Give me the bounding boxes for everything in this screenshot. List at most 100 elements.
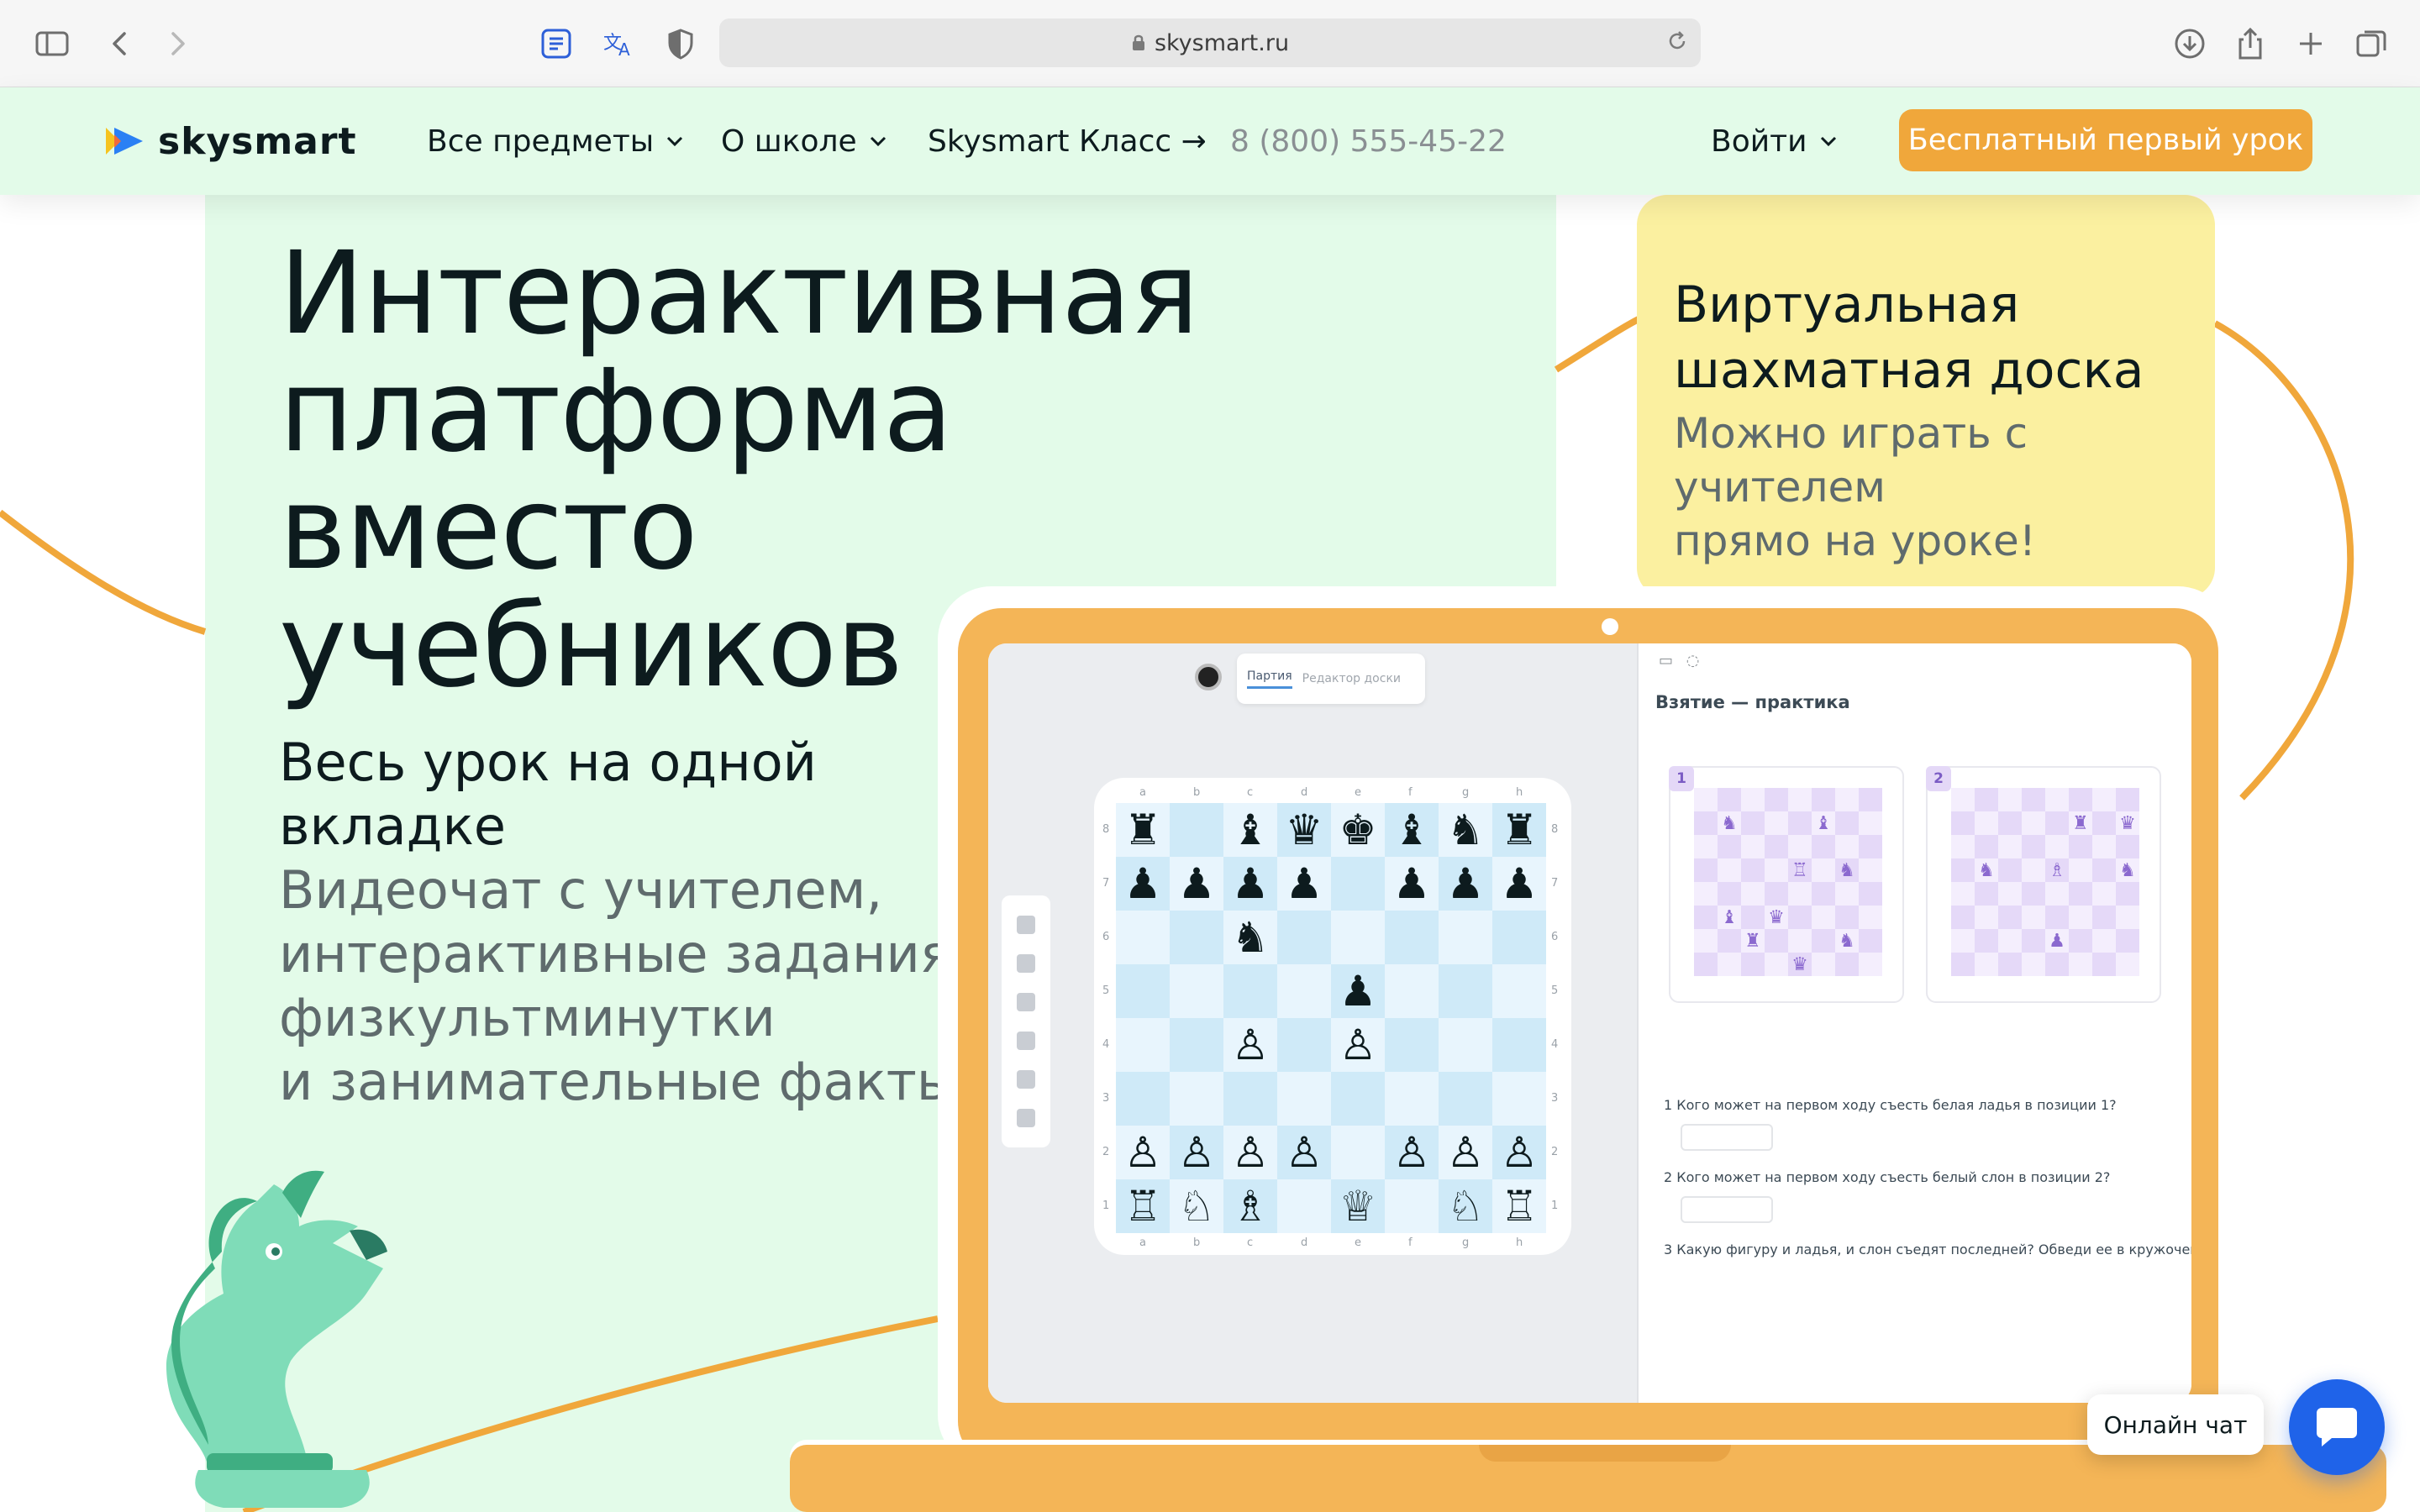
board-square[interactable] [1331,911,1385,964]
board-square[interactable] [1385,1018,1439,1072]
board-square[interactable] [1223,964,1277,1018]
answer-select-1[interactable] [1681,1124,1773,1151]
board-square[interactable]: ♙ [1331,1018,1385,1072]
file-label: h [1516,786,1523,799]
brand-wordmark: skysmart [158,119,357,163]
board-square[interactable]: ♙ [1223,1126,1277,1179]
board-square[interactable]: ♙ [1223,1018,1277,1072]
answer-select-2[interactable] [1681,1196,1773,1223]
board-square[interactable]: ♟ [1116,857,1170,911]
mini-board-square [1975,953,1998,976]
mini-board-square [2045,835,2069,858]
file-label: g [1462,786,1470,799]
free-lesson-button[interactable]: Бесплатный первый урок [1899,109,2312,171]
board-square[interactable]: ♘ [1439,1179,1492,1233]
card-title-line-2: шахматная доска [1674,341,2144,400]
board-square[interactable]: ♗ [1223,1179,1277,1233]
board-square[interactable] [1277,911,1331,964]
board-square[interactable]: ♙ [1492,1126,1546,1179]
mini-board-square [2022,906,2045,929]
board-square[interactable]: ♟ [1385,857,1439,911]
board-square[interactable] [1439,911,1492,964]
board-square[interactable] [1170,1072,1223,1126]
board-square[interactable]: ♟ [1331,964,1385,1018]
board-square[interactable]: ♜ [1116,803,1170,857]
board-square[interactable]: ♙ [1385,1126,1439,1179]
board-square[interactable] [1439,964,1492,1018]
rank-label: 6 [1551,931,1559,943]
file-label: d [1301,786,1308,799]
board-square[interactable]: ♖ [1492,1179,1546,1233]
board-square[interactable] [1385,911,1439,964]
file-label: e [1355,1236,1361,1249]
board-square[interactable]: ♚ [1331,803,1385,857]
board-square[interactable] [1277,1072,1331,1126]
mini-board-square [1694,858,1718,882]
board-square[interactable]: ♛ [1277,803,1331,857]
board-square[interactable] [1385,1072,1439,1126]
board-square[interactable] [1492,1018,1546,1072]
file-label: b [1193,786,1201,799]
board-square[interactable]: ♟ [1277,857,1331,911]
board-square[interactable]: ♘ [1170,1179,1223,1233]
tool-icon [1017,954,1035,973]
board-square[interactable]: ♕ [1331,1179,1385,1233]
board-square[interactable] [1116,1018,1170,1072]
board-square[interactable]: ♟ [1170,857,1223,911]
board-square[interactable] [1277,1018,1331,1072]
board-square[interactable]: ♟ [1223,857,1277,911]
board-square[interactable] [1223,1072,1277,1126]
file-label: f [1408,1236,1413,1249]
board-square[interactable] [1439,1072,1492,1126]
board-square[interactable] [1170,803,1223,857]
nav-phone[interactable]: 8 (800) 555-45-22 [1230,121,1507,161]
board-square[interactable] [1116,911,1170,964]
nav-all-subjects[interactable]: Все предметы [427,121,684,161]
board-square[interactable] [1170,964,1223,1018]
board-square[interactable] [1116,1072,1170,1126]
board-square[interactable]: ♖ [1116,1179,1170,1233]
board-square[interactable] [1385,964,1439,1018]
mini-board-square [1765,835,1788,858]
board-square[interactable]: ♙ [1116,1126,1170,1179]
mini-board-square: ♝ [1718,906,1741,929]
file-label: e [1355,786,1361,799]
online-chat-label[interactable]: Онлайн чат [2087,1394,2264,1455]
board-square[interactable] [1331,1126,1385,1179]
board-square[interactable] [1170,1018,1223,1072]
chat-button[interactable] [2289,1379,2385,1475]
brand-logo[interactable]: skysmart [103,119,357,163]
chessboard: ♜ ♝ ♛ ♚ ♝ ♞ ♜ ♟ ♟ ♟ ♟ ♟ ♟ ♟ ♞ ♟ ♙ ♙ ♙ ♙ ♙ ♙ ♙ ♙ ♙ ♖ ♘ ♗ ♕ ♘ ♖ [1116,803,1546,1233]
mini-board-square: ♛ [2116,811,2139,835]
board-square[interactable]: ♙ [1277,1126,1331,1179]
mini-board-square [2092,835,2116,858]
board-square[interactable] [1331,1072,1385,1126]
login-menu[interactable]: Войти [1711,121,1838,161]
nav-skysmart-class[interactable]: Skysmart Класс → [928,121,1207,161]
board-square[interactable] [1385,1179,1439,1233]
board-square[interactable] [1492,911,1546,964]
board-square[interactable]: ♝ [1223,803,1277,857]
board-square[interactable]: ♟ [1439,857,1492,911]
board-square[interactable] [1277,964,1331,1018]
board-square[interactable] [1492,964,1546,1018]
nav-about-school[interactable]: О школе [721,121,887,161]
board-square[interactable] [1170,911,1223,964]
mini-board-square [1812,835,1835,858]
board-square[interactable]: ♞ [1223,911,1277,964]
board-square[interactable]: ♜ [1492,803,1546,857]
mini-board-square [2092,788,2116,811]
board-square[interactable]: ♝ [1385,803,1439,857]
board-square[interactable]: ♞ [1439,803,1492,857]
board-square[interactable]: ♟ [1492,857,1546,911]
board-square[interactable]: ♙ [1439,1126,1492,1179]
mini-board-square [1788,929,1812,953]
mini-board-square [1951,858,1975,882]
board-square[interactable] [1277,1179,1331,1233]
mini-board-square [1859,882,1882,906]
board-square[interactable] [1439,1018,1492,1072]
board-square[interactable] [1492,1072,1546,1126]
board-square[interactable]: ♙ [1170,1126,1223,1179]
board-square[interactable] [1116,964,1170,1018]
board-square[interactable] [1331,857,1385,911]
